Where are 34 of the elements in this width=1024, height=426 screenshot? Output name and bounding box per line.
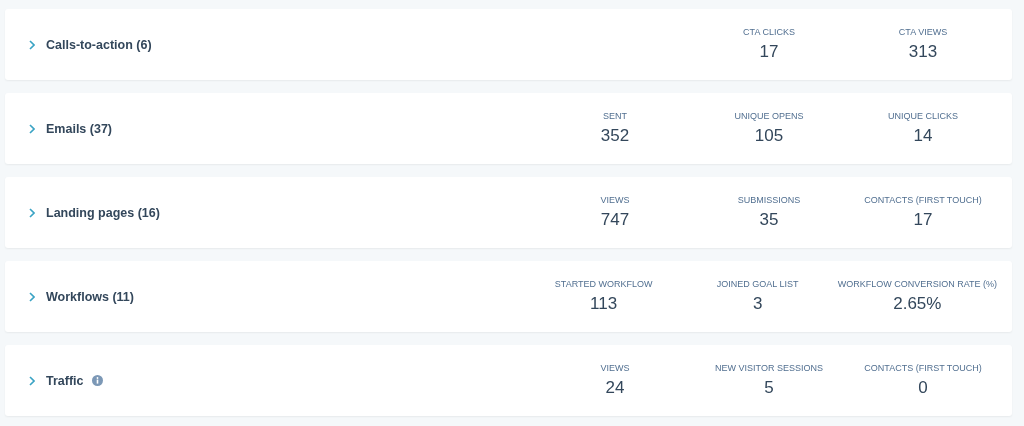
section-toggle[interactable]: Calls-to-action (6) [29, 37, 152, 52]
section-toggle[interactable]: Workflows (11) [29, 289, 134, 304]
stat-label: CONTACTS (FIRST TOUCH) [864, 195, 982, 205]
stat-value: 3 [752, 294, 763, 314]
stat-label: CTA VIEWS [898, 27, 948, 37]
stat-value: 105 [754, 126, 784, 146]
stat-value: 113 [590, 294, 618, 314]
stat-value: 747 [600, 210, 630, 230]
stat-label: SENT [603, 111, 627, 121]
stat-label: STARTED WORKFLOW [554, 279, 653, 289]
stat-label: UNIQUE OPENS [734, 111, 804, 121]
stat-label: CTA CLICKS [743, 27, 795, 37]
stat-label: VIEWS [600, 195, 630, 205]
stat-label: NEW VISITOR SESSIONS [715, 363, 823, 373]
stat-value: 14 [913, 126, 933, 146]
stat-value: 24 [605, 378, 625, 398]
section-toggle[interactable]: Landing pages (16) [29, 205, 160, 220]
stat-value: 17 [759, 42, 779, 62]
stat-value: 313 [908, 42, 938, 62]
stat-label: UNIQUE CLICKS [888, 111, 958, 121]
stat-label: CONTACTS (FIRST TOUCH) [864, 363, 982, 373]
stat-value: 2.65% [893, 294, 942, 314]
stat-value: 17 [913, 210, 933, 230]
stat-value: 352 [600, 126, 630, 146]
stat-value: 35 [759, 210, 779, 230]
stat-value: 0 [918, 378, 928, 398]
stat-label: SUBMISSIONS [737, 195, 801, 205]
section-toggle[interactable]: Traffic [29, 373, 84, 388]
stat-value: 5 [764, 378, 774, 398]
stat-label: JOINED GOAL LIST [716, 279, 799, 289]
stat-label: VIEWS [600, 363, 630, 373]
stat-label: WORKFLOW CONVERSION RATE (%) [837, 279, 997, 289]
section-toggle[interactable]: Emails (37) [29, 121, 112, 136]
info-icon[interactable] [91, 375, 103, 386]
